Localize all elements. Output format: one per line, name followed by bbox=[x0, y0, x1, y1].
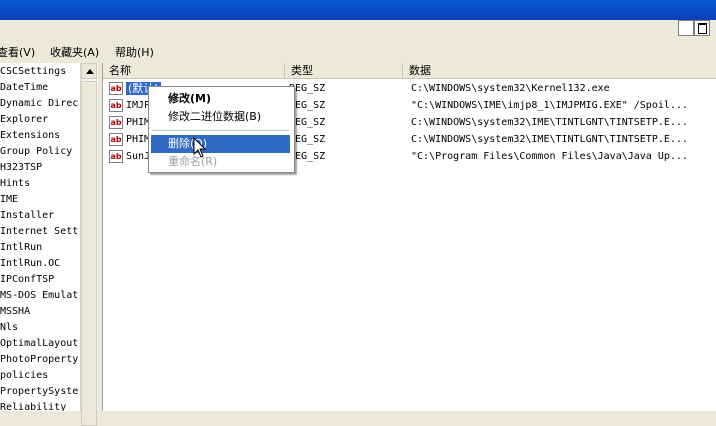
string-value-icon: ab bbox=[109, 150, 123, 163]
value-data: "C:\Program Files\Common Files\Java\Java… bbox=[411, 151, 688, 162]
mouse-cursor-icon bbox=[193, 137, 207, 158]
tree-item[interactable]: Dynamic Direc bbox=[0, 96, 78, 112]
tree-item[interactable]: Reliability bbox=[0, 400, 66, 411]
value-data: C:\WINDOWS\system32\IME\TINTLGNT\TINTSET… bbox=[411, 134, 688, 145]
context-menu: 修改(M) 修改二进位数据(B) 删除(D) 重命名(R) bbox=[148, 86, 295, 173]
tree-item[interactable]: Installer bbox=[0, 208, 54, 224]
column-header-name[interactable]: 名称 bbox=[103, 63, 285, 79]
tree-item[interactable]: Nls bbox=[0, 320, 18, 336]
minimize-button[interactable] bbox=[678, 20, 694, 36]
tree-item[interactable]: Hints bbox=[0, 176, 30, 192]
value-data: "C:\WINDOWS\IME\imjp8_1\IMJPMIG.EXE" /Sp… bbox=[411, 100, 688, 111]
value-data: C:\WINDOWS\system32\Kernel132.exe bbox=[411, 83, 610, 94]
string-value-icon: ab bbox=[109, 99, 123, 112]
menu-view[interactable]: 查看(V) bbox=[0, 44, 35, 60]
tree-item[interactable]: IntlRun bbox=[0, 240, 42, 256]
tree-item[interactable]: Explorer bbox=[0, 112, 48, 128]
column-header-data[interactable]: 数据 bbox=[403, 63, 716, 79]
string-value-icon: ab bbox=[109, 82, 123, 95]
value-data: C:\WINDOWS\system32\IME\TINTLGNT\TINTSET… bbox=[411, 117, 688, 128]
column-header-type[interactable]: 类型 bbox=[285, 63, 403, 79]
string-value-icon: ab bbox=[109, 116, 123, 129]
menu-help[interactable]: 帮助(H) bbox=[115, 44, 154, 60]
scroll-up-button[interactable] bbox=[81, 63, 97, 79]
title-strip bbox=[0, 20, 716, 40]
value-name: PHIM bbox=[126, 134, 151, 145]
string-value-icon: ab bbox=[109, 133, 123, 146]
scroll-thumb[interactable] bbox=[81, 81, 97, 426]
tree-item[interactable]: IntlRun.OC bbox=[0, 256, 60, 272]
tree-item[interactable]: MS-DOS Emulat bbox=[0, 288, 78, 304]
tree-item[interactable]: Extensions bbox=[0, 128, 60, 144]
title-bar bbox=[0, 0, 716, 20]
tree-item[interactable]: H323TSP bbox=[0, 160, 42, 176]
tree-item[interactable]: PropertySyste bbox=[0, 384, 78, 400]
value-name: IMJP bbox=[126, 100, 151, 111]
tree-item[interactable]: IPConfTSP bbox=[0, 272, 54, 288]
tree-item[interactable]: PhotoProperty bbox=[0, 352, 78, 368]
tree-item[interactable]: OptimalLayout bbox=[0, 336, 78, 352]
tree-item[interactable]: CSCSettings bbox=[0, 64, 66, 80]
value-name: PHIM bbox=[126, 117, 151, 128]
tree-item[interactable]: Group Policy bbox=[0, 144, 72, 160]
tree-item[interactable]: policies bbox=[0, 368, 48, 384]
tree-scrollbar[interactable] bbox=[80, 63, 98, 426]
menu-favorites[interactable]: 收藏夹(A) bbox=[50, 44, 99, 60]
value-name: SunJ bbox=[126, 151, 151, 162]
menu-item-delete[interactable]: 删除(D) bbox=[151, 135, 290, 153]
tree-item[interactable]: DateTime bbox=[0, 80, 48, 96]
tree-item[interactable]: Internet Sett bbox=[0, 224, 78, 240]
menu-item-modify-binary[interactable]: 修改二进位数据(B) bbox=[151, 108, 290, 126]
menu-item-rename[interactable]: 重命名(R) bbox=[151, 153, 290, 171]
menu-separator bbox=[152, 130, 289, 131]
maximize-button[interactable] bbox=[694, 20, 710, 36]
tree-item[interactable]: IME bbox=[0, 192, 18, 208]
maximize-icon bbox=[698, 23, 707, 34]
tree-item[interactable]: MSSHA bbox=[0, 304, 30, 320]
menu-bar: 查看(V) 收藏夹(A) 帮助(H) bbox=[0, 41, 716, 60]
menu-item-modify[interactable]: 修改(M) bbox=[151, 90, 290, 108]
